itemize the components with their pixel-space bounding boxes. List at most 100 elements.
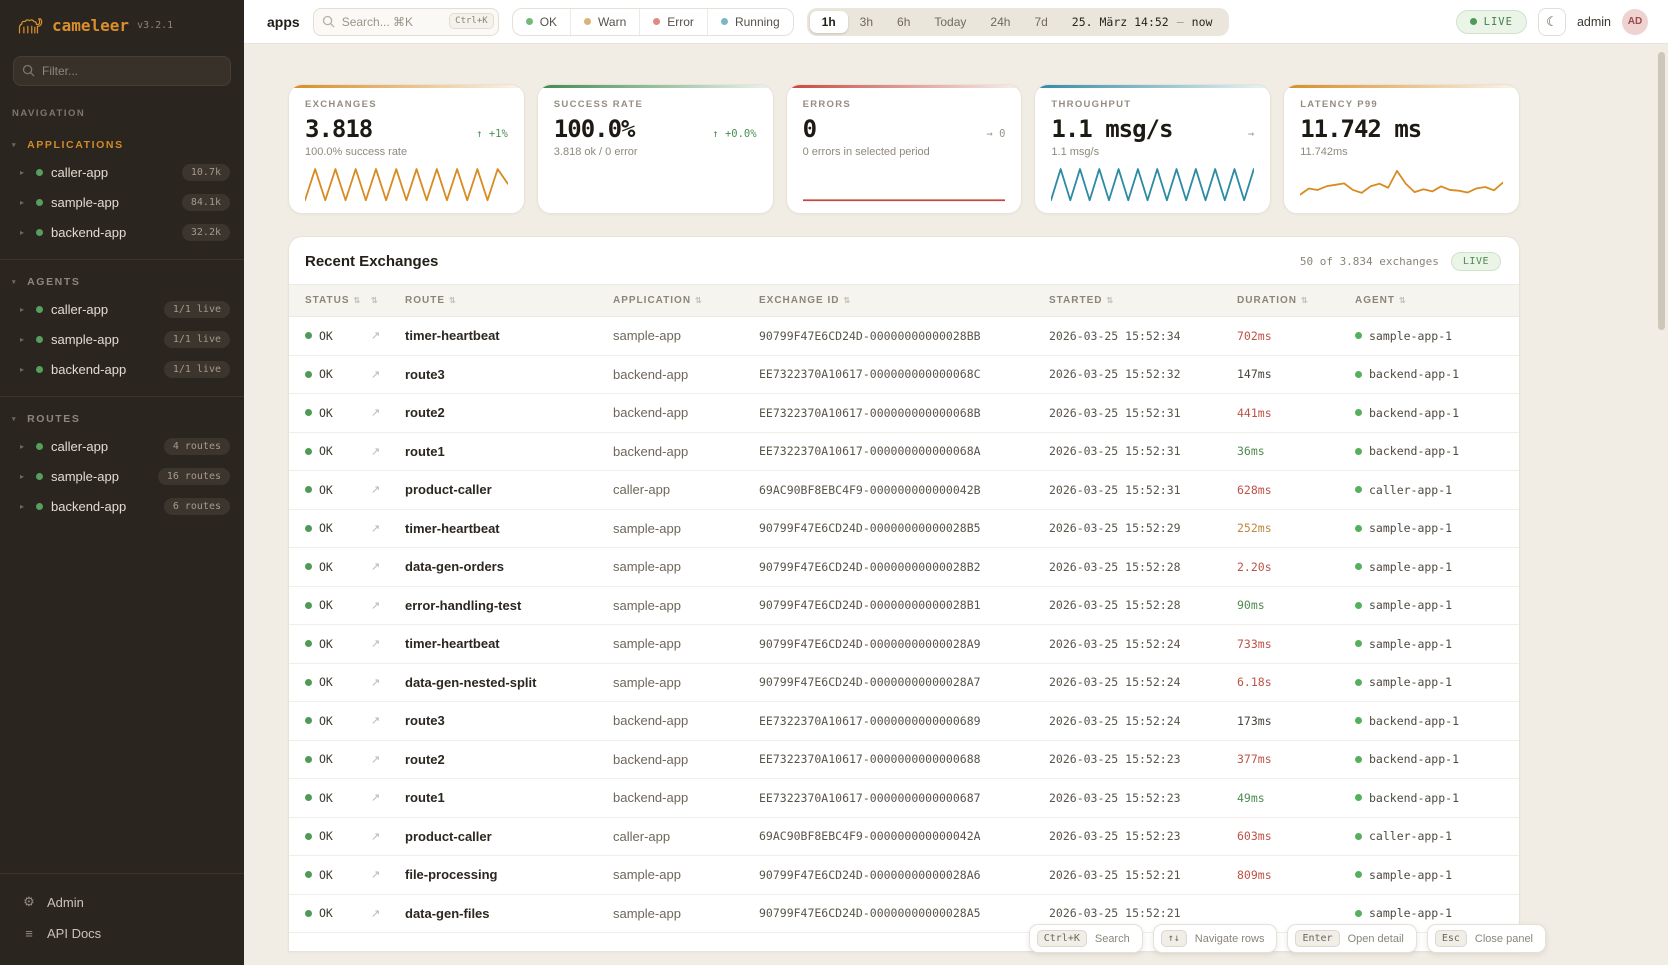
agent-cell: backend-app-1 [1355,791,1519,805]
time-range-7d[interactable]: 7d [1022,11,1059,33]
status-dot-icon [721,18,728,25]
status-cell: OK [289,906,371,920]
time-range-today[interactable]: Today [922,11,978,33]
column-header-agent[interactable]: AGENT⇅ [1355,295,1519,306]
sidebar-filter-input[interactable] [13,56,231,86]
agent-dot-icon [1355,332,1362,339]
agent-label: backend-app-1 [1369,406,1459,420]
open-detail-cell[interactable]: ↗ [371,676,405,689]
open-detail-cell[interactable]: ↗ [371,445,405,458]
open-detail-cell[interactable]: ↗ [371,868,405,881]
ok-dot-icon [305,717,312,724]
table-row[interactable]: OK↗route3backend-appEE7322370A10617-0000… [289,356,1519,395]
application-cell: backend-app [613,752,759,767]
live-toggle[interactable]: LIVE [1456,10,1527,34]
column-header-started[interactable]: STARTED⇅ [1049,295,1237,306]
sidebar-item-agents-sample-app[interactable]: ▸sample-app1/1 live [0,324,244,354]
table-row[interactable]: OK↗file-processingsample-app90799F47E6CD… [289,856,1519,895]
open-detail-cell[interactable]: ↗ [371,714,405,727]
sort-icon: ⇅ [1399,296,1407,305]
time-range-1h[interactable]: 1h [810,11,848,33]
column-header-route[interactable]: ROUTE⇅ [405,295,613,306]
column-header-exchange-id[interactable]: EXCHANGE ID⇅ [759,295,1049,306]
open-detail-cell[interactable]: ↗ [371,368,405,381]
table-row[interactable]: OK↗timer-heartbeatsample-app90799F47E6CD… [289,317,1519,356]
agent-cell: sample-app-1 [1355,868,1519,882]
status-filter-error[interactable]: Error [640,9,708,35]
sidebar-item-agents-backend-app[interactable]: ▸backend-app1/1 live [0,354,244,384]
table-row[interactable]: OK↗route2backend-appEE7322370A10617-0000… [289,394,1519,433]
table-row[interactable]: OK↗data-gen-orderssample-app90799F47E6CD… [289,548,1519,587]
avatar[interactable]: AD [1622,9,1648,35]
column-header-trace[interactable]: ⇅ [371,296,405,305]
scrollbar-thumb[interactable] [1658,52,1665,330]
sidebar-item-label: sample-app [51,195,174,210]
open-detail-cell[interactable]: ↗ [371,753,405,766]
section-header-routes[interactable]: ▾ROUTES [0,407,244,431]
time-range-3h[interactable]: 3h [848,11,885,33]
open-detail-cell[interactable]: ↗ [371,560,405,573]
open-detail-cell[interactable]: ↗ [371,522,405,535]
sidebar-item-routes-caller-app[interactable]: ▸caller-app4 routes [0,431,244,461]
sidebar-item-applications-caller-app[interactable]: ▸caller-app10.7k [0,157,244,187]
open-detail-cell[interactable]: ↗ [371,483,405,496]
agent-cell: sample-app-1 [1355,598,1519,612]
date-range[interactable]: 25. März 14:52 — now [1060,15,1227,29]
table-row[interactable]: OK↗timer-heartbeatsample-app90799F47E6CD… [289,625,1519,664]
agent-label: sample-app-1 [1369,560,1452,574]
started-cell: 2026-03-25 15:52:24 [1049,714,1237,728]
status-filter-running[interactable]: Running [708,9,793,35]
chevron-right-icon: ▸ [20,198,28,207]
theme-toggle-button[interactable]: ☾ [1538,8,1566,36]
table-row[interactable]: OK↗route1backend-appEE7322370A10617-0000… [289,779,1519,818]
table-row[interactable]: OK↗product-callercaller-app69AC90BF8EBC4… [289,471,1519,510]
open-detail-cell[interactable]: ↗ [371,406,405,419]
route-cell: route1 [405,790,613,805]
time-range-24h[interactable]: 24h [978,11,1022,33]
agent-cell: sample-app-1 [1355,521,1519,535]
chevron-right-icon: ▸ [20,335,28,344]
column-header-application[interactable]: APPLICATION⇅ [613,295,759,306]
open-detail-cell[interactable]: ↗ [371,830,405,843]
table-row[interactable]: OK↗timer-heartbeatsample-app90799F47E6CD… [289,510,1519,549]
open-detail-cell[interactable]: ↗ [371,907,405,920]
column-header-status[interactable]: STATUS⇅ [289,295,371,306]
context-label: apps [267,14,300,30]
duration-cell: 252ms [1237,521,1355,535]
table-row[interactable]: OK↗error-handling-testsample-app90799F47… [289,587,1519,626]
open-arrow-icon: ↗ [371,831,380,843]
status-filter-ok[interactable]: OK [513,9,571,35]
table-row[interactable]: OK↗route2backend-appEE7322370A10617-0000… [289,741,1519,780]
table-row[interactable]: OK↗route3backend-appEE7322370A10617-0000… [289,702,1519,741]
open-detail-cell[interactable]: ↗ [371,599,405,612]
status-filter-warn[interactable]: Warn [571,9,640,35]
sidebar-item-agents-caller-app[interactable]: ▸caller-app1/1 live [0,294,244,324]
column-header-duration[interactable]: DURATION⇅ [1237,295,1355,306]
sidebar-item-routes-backend-app[interactable]: ▸backend-app6 routes [0,491,244,521]
metric-card-latency-p99: LATENCY P9911.742 ms11.742ms [1283,84,1520,214]
sidebar-footer-admin[interactable]: ⚙Admin [0,886,244,918]
sidebar-item-applications-sample-app[interactable]: ▸sample-app84.1k [0,187,244,217]
open-detail-cell[interactable]: ↗ [371,791,405,804]
sidebar-item-label: caller-app [51,439,156,454]
open-detail-cell[interactable]: ↗ [371,637,405,650]
open-detail-cell[interactable]: ↗ [371,329,405,342]
section-header-agents[interactable]: ▾AGENTS [0,270,244,294]
shortcut-label: Open detail [1348,933,1404,945]
sidebar-item-label: caller-app [51,165,174,180]
sidebar-footer-api-docs[interactable]: ≡API Docs [0,918,244,949]
application-cell: caller-app [613,482,759,497]
time-range-6h[interactable]: 6h [885,11,922,33]
sidebar-item-badge: 4 routes [164,438,230,455]
route-cell: route2 [405,752,613,767]
sidebar-item-applications-backend-app[interactable]: ▸backend-app32.2k [0,217,244,247]
sidebar-item-routes-sample-app[interactable]: ▸sample-app16 routes [0,461,244,491]
application-cell: sample-app [613,906,759,921]
duration-cell: 173ms [1237,714,1355,728]
section-header-applications[interactable]: ▾APPLICATIONS [0,133,244,157]
table-row[interactable]: OK↗product-callercaller-app69AC90BF8EBC4… [289,818,1519,857]
table-row[interactable]: OK↗data-gen-nested-splitsample-app90799F… [289,664,1519,703]
sort-icon: ⇅ [371,296,379,305]
table-row[interactable]: OK↗route1backend-appEE7322370A10617-0000… [289,433,1519,472]
duration-cell: 147ms [1237,367,1355,381]
